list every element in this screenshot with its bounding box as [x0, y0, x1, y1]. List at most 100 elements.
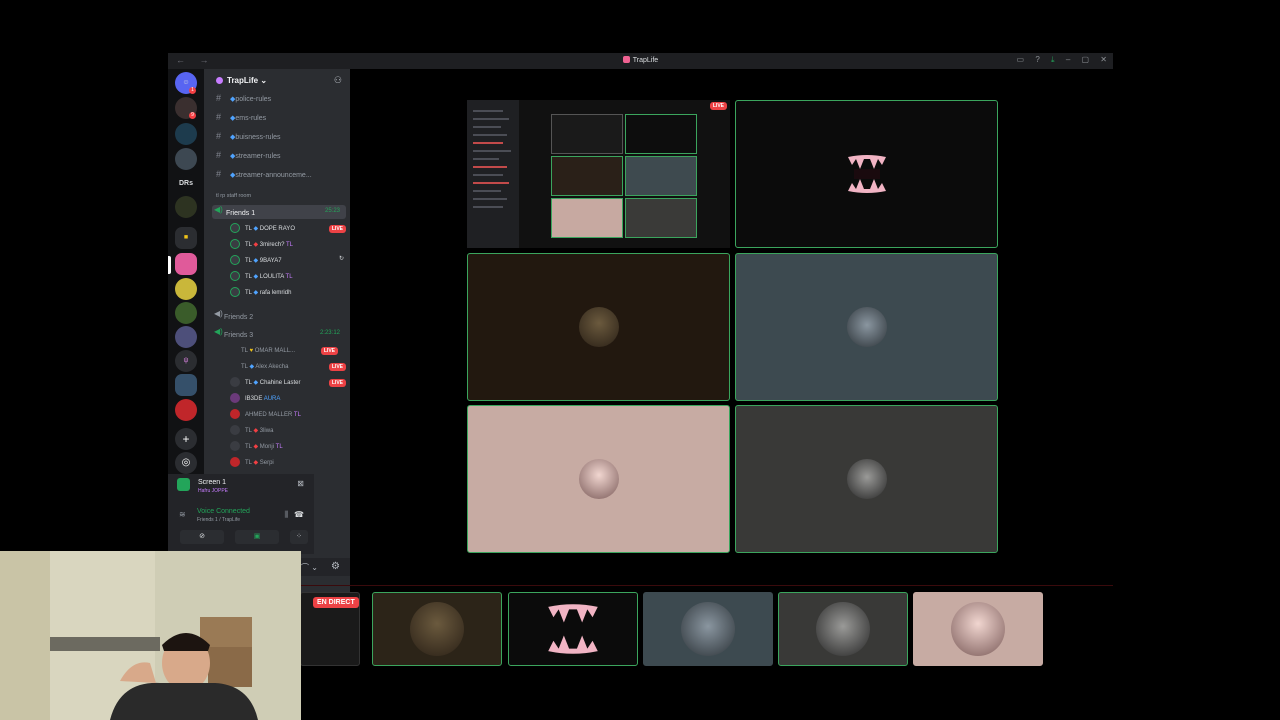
channel-streamer-announcements[interactable]: # ◆streamer-announceme... [216, 169, 312, 179]
member-3mirech[interactable]: TL ◆ 3mirech? TL [230, 239, 346, 253]
headset-icon[interactable]: ⌒ ⌄ [301, 562, 318, 573]
strip-tile-fangs[interactable] [508, 592, 638, 666]
avatar [578, 459, 619, 499]
channel-label: police-rules [235, 96, 272, 103]
participant-tile-5[interactable] [735, 405, 998, 553]
share-screen-button[interactable]: ▣ [235, 530, 279, 544]
server-header[interactable]: TrapLife ⌄ [216, 76, 267, 85]
disconnect-icon[interactable]: ☎ [294, 510, 304, 519]
server-icon-9[interactable] [175, 374, 197, 396]
member-name: Chahine Laster [259, 380, 301, 386]
inbox-icon[interactable]: ▭ [1017, 55, 1025, 64]
avatar [230, 271, 240, 281]
avatar [230, 287, 240, 297]
participant-tile-3[interactable] [735, 253, 998, 401]
live-badge: LIVE [320, 347, 338, 355]
webcam-feed [0, 551, 301, 720]
stream-tile-dope-rayo[interactable]: LIVE [467, 100, 730, 248]
minimize-button[interactable]: – [1066, 55, 1070, 64]
camera-off-button[interactable]: ⊘ [180, 530, 224, 544]
server-icon-2[interactable] [175, 123, 197, 145]
stop-stream-icon[interactable]: ⊠ [297, 479, 304, 488]
member-ahmed-maller[interactable]: AHMED MALLER TL [230, 409, 346, 423]
server-icon-6[interactable] [175, 302, 197, 324]
participant-tile-4[interactable] [467, 405, 730, 553]
window-controls: ▭ ? ⤓ – ▢ ✕ [1008, 55, 1107, 65]
member-alex-akecha[interactable]: TL ◆ Alex Akecha LIVE [230, 361, 346, 375]
server-icon-traplife[interactable] [175, 253, 197, 275]
participant-tile-fangs[interactable] [735, 100, 998, 248]
signal-icon[interactable]: ≋ [179, 510, 186, 519]
screen-subtitle: Hafru JOPPE [198, 488, 229, 494]
member-dope-rayo[interactable]: TL ◆ DOPE RAYO LIVE [230, 223, 346, 237]
help-icon[interactable]: ? [1035, 55, 1039, 64]
member-9baya7[interactable]: TL ◆ 9BAYA7 ↻ [230, 255, 346, 269]
fangs-avatar [548, 604, 598, 654]
member-name: rafa lemridh [259, 290, 292, 296]
role-tag: AURA [263, 396, 281, 402]
channel-label: buisness-rules [235, 134, 281, 141]
channel-police-rules[interactable]: # ◆police-rules [216, 93, 271, 103]
avatar [578, 307, 619, 347]
voice-channel-label: Friends 2 [224, 314, 254, 321]
preview-tile [625, 114, 697, 154]
avatar [681, 602, 735, 656]
channel-label: ems-rules [235, 115, 267, 122]
stream-preview-sidebar [467, 100, 519, 248]
server-icon-4[interactable] [175, 196, 197, 218]
title-bar: ← → TrapLife ▭ ? ⤓ – ▢ ✕ [168, 53, 1113, 69]
channel-ems-rules[interactable]: # ◆ems-rules [216, 112, 266, 122]
member-monji[interactable]: TL ◆ Monji TL [230, 441, 346, 455]
server-icon-3[interactable] [175, 148, 197, 170]
server-icon-8[interactable]: ψ [175, 350, 197, 372]
server-logo-icon [622, 56, 630, 63]
channel-streamer-rules[interactable]: # ◆streamer-rules [216, 150, 281, 160]
strip-tile-4[interactable] [778, 592, 908, 666]
member-name: Alex Akecha [255, 364, 289, 370]
voice-timer: 2:23:12 [319, 330, 340, 336]
member-serpi[interactable]: TL ◆ Serpi [230, 457, 346, 471]
voice-channel-friends-3[interactable]: ◀)Friends 3 2:23:12 [212, 327, 346, 341]
drs-folder[interactable]: DRs [175, 173, 197, 195]
folder-icon[interactable]: ■ [175, 227, 197, 249]
activities-button[interactable]: ⁘ [290, 530, 308, 544]
invite-people-icon[interactable]: ⚇ [334, 75, 342, 86]
user-settings-area: ⌒ ⌄ ⚙ [301, 558, 350, 576]
close-button[interactable]: ✕ [1100, 55, 1107, 64]
voice-channel-label: Friends 1 [225, 210, 256, 217]
server-name: TrapLife [227, 76, 259, 85]
strip-tile-3[interactable] [643, 592, 773, 666]
voice-channel-friends-1[interactable]: ◀) Friends 1 25:23 [212, 205, 346, 219]
server-icon-10[interactable] [175, 399, 197, 421]
member-ib3de[interactable]: IB3DE AURA [230, 393, 346, 407]
participant-tile-2[interactable] [467, 253, 730, 401]
channel-buisness-rules[interactable]: # ◆buisness-rules [216, 131, 281, 141]
hash-icon: # [216, 169, 222, 179]
add-server-icon[interactable]: + [175, 428, 197, 450]
member-name: 3liwa [259, 428, 274, 434]
en-direct-badge: EN DIRECT [313, 597, 359, 608]
gear-icon[interactable]: ⚙ [331, 561, 340, 572]
avatar [410, 602, 464, 656]
voice-channel-label: Friends 3 [224, 332, 254, 339]
category-staff-room[interactable]: tl rp staff room [216, 193, 251, 199]
server-icon-7[interactable] [175, 326, 197, 348]
member-loulita[interactable]: TL ◆ LOULITA TL [230, 271, 346, 285]
voice-channel-friends-2[interactable]: ◀)Friends 2 [212, 309, 346, 323]
member-3liwa[interactable]: TL ◆ 3liwa [230, 425, 346, 439]
strip-tile-5[interactable] [913, 592, 1043, 666]
explore-icon[interactable]: ◎ [175, 452, 197, 474]
member-rafa-lemridh[interactable]: TL ◆ rafa lemridh [230, 287, 346, 301]
preview-tile [625, 198, 697, 238]
window-title: TrapLife [168, 56, 1113, 64]
avatar [230, 345, 236, 355]
member-name: 3mirech? [259, 242, 285, 248]
noise-suppression-icon[interactable]: ⫼ [284, 510, 288, 520]
member-omar-mall[interactable]: TL ♥ OMAR MALL... LIVE [230, 345, 346, 359]
member-chahine-laster[interactable]: TL ◆ Chahine Laster LIVE [230, 377, 346, 391]
voice-connected-label[interactable]: Voice Connected [197, 508, 250, 515]
server-icon-5[interactable] [175, 278, 197, 300]
strip-tile-1[interactable] [372, 592, 502, 666]
maximize-button[interactable]: ▢ [1082, 55, 1090, 64]
download-icon[interactable]: ⤓ [1051, 55, 1055, 64]
